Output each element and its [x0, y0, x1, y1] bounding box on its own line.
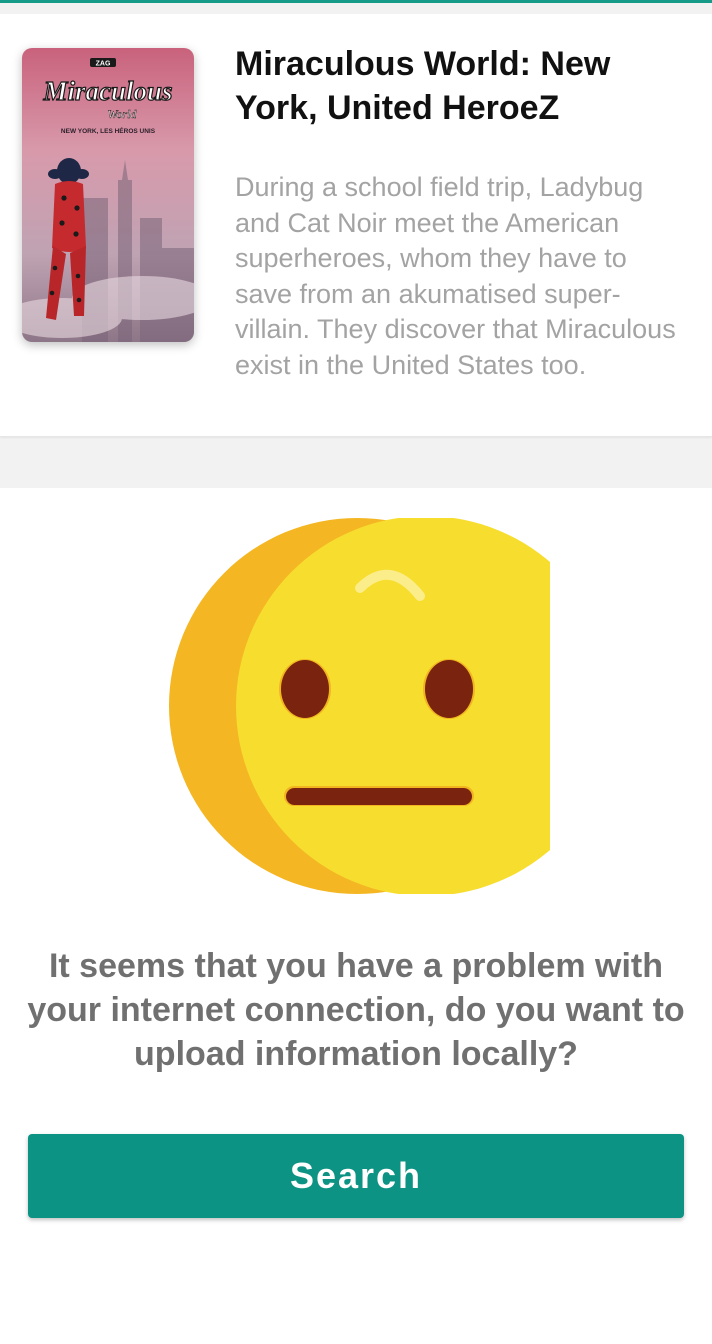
offline-message: It seems that you have a problem with yo… [27, 947, 685, 1073]
search-button[interactable]: Search [28, 1134, 684, 1218]
poster-logo-sub: World [108, 107, 138, 121]
poster-tagline: NEW YORK, LES HÉROS UNIS [61, 126, 156, 135]
movie-card[interactable]: ZAG Miraculous World NEW YORK, LES HÉROS… [0, 14, 712, 437]
neutral-face-icon [164, 516, 616, 896]
offline-panel: It seems that you have a problem with yo… [0, 488, 712, 1344]
poster-logo: Miraculous [42, 76, 172, 106]
top-accent-bar [0, 0, 712, 3]
poster-image: ZAG Miraculous World NEW YORK, LES HÉROS… [22, 48, 194, 342]
movie-title[interactable]: Miraculous World: New York, United Heroe… [235, 42, 685, 130]
studio-badge-label: ZAG [96, 61, 111, 68]
movie-poster[interactable]: ZAG Miraculous World NEW YORK, LES HÉROS… [22, 48, 194, 342]
movie-description: During a school field trip, Ladybug and … [235, 172, 676, 380]
